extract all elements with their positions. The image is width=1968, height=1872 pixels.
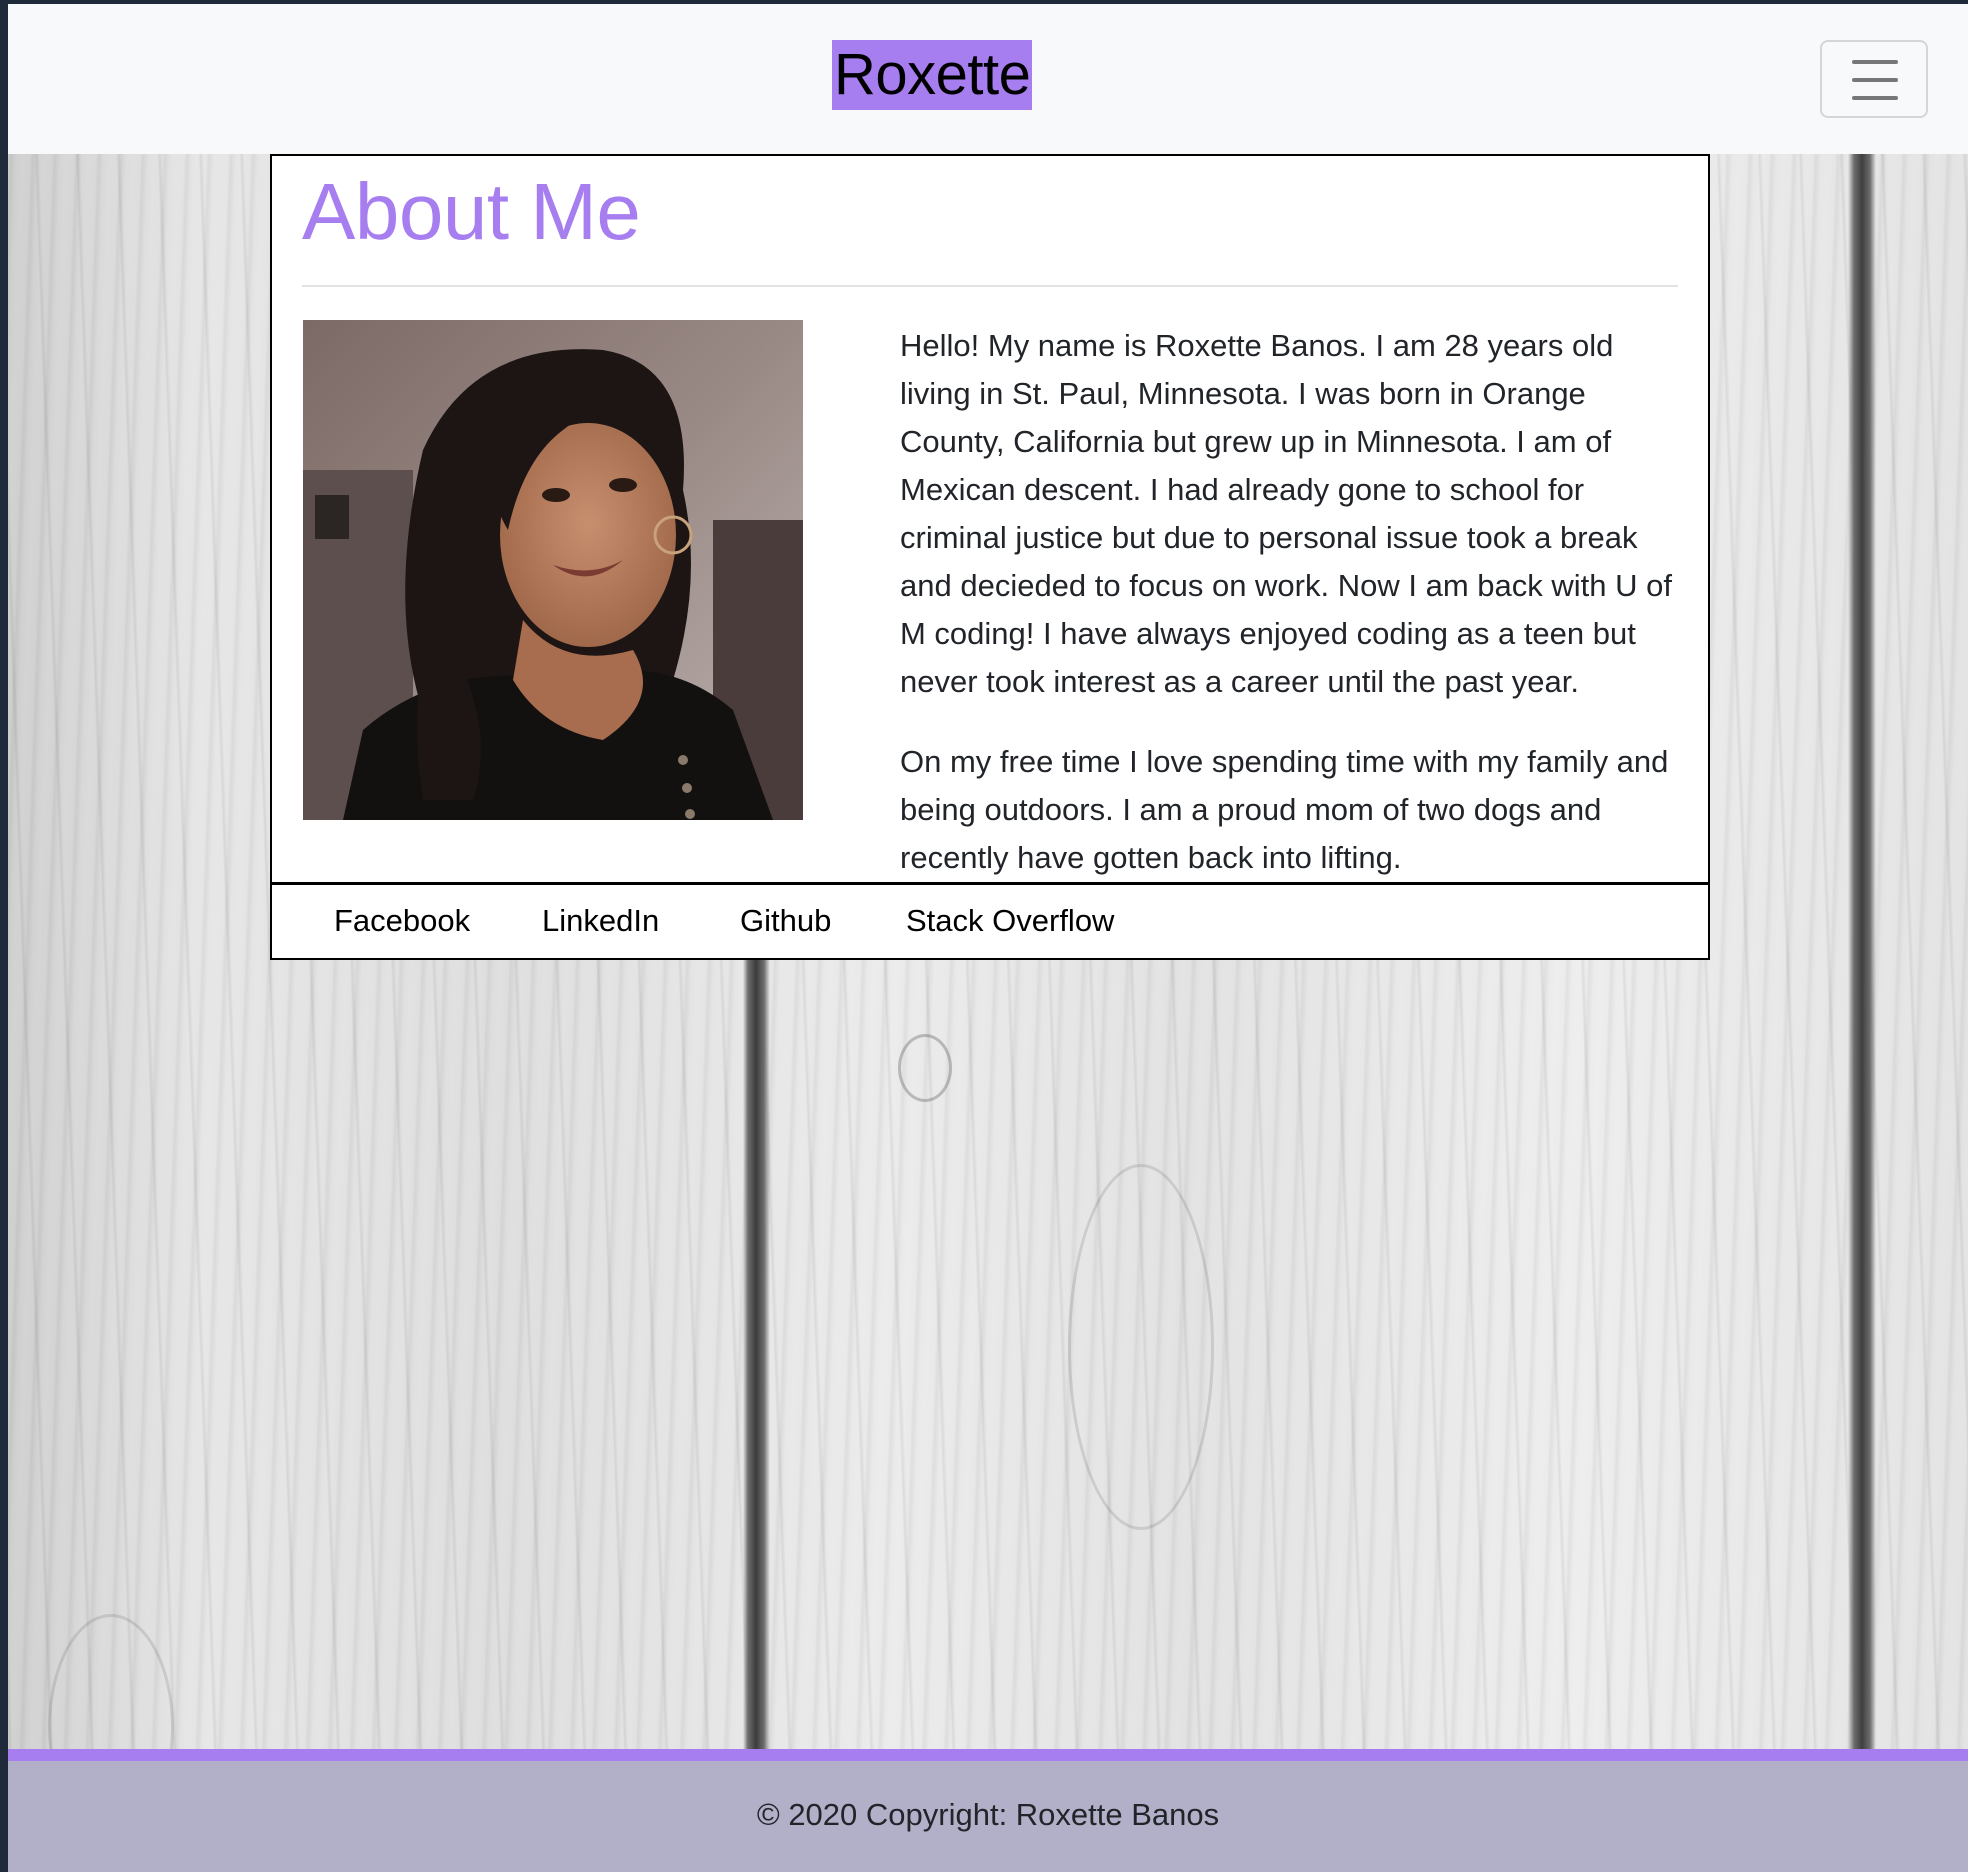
- divider: [302, 285, 1678, 287]
- navbar: Roxette: [8, 4, 1968, 154]
- profile-photo: [303, 320, 803, 820]
- browser-viewport: Roxette About Me Hello! My name is Roxet…: [8, 4, 1968, 1872]
- stack-overflow-link[interactable]: Stack Overflow: [906, 899, 1114, 943]
- social-links: Facebook LinkedIn Github Stack Overflow: [270, 882, 1710, 962]
- navbar-toggle-button[interactable]: [1820, 40, 1928, 118]
- footer: © 2020 Copyright: Roxette Banos: [8, 1761, 1968, 1872]
- github-link[interactable]: Github: [740, 899, 831, 943]
- wood-knot: [898, 1034, 952, 1102]
- page-title: About Me: [302, 167, 641, 256]
- copyright-text: © 2020 Copyright: Roxette Banos: [756, 1797, 1220, 1832]
- brand-link[interactable]: Roxette: [832, 40, 1033, 110]
- footer-accent-bar: [8, 1749, 1968, 1761]
- wood-grain-swirl: [1068, 1164, 1214, 1530]
- facebook-link[interactable]: Facebook: [334, 899, 470, 943]
- bio-paragraph: Hello! My name is Roxette Banos. I am 28…: [900, 328, 1672, 699]
- linkedin-link[interactable]: LinkedIn: [542, 899, 659, 943]
- profile-photo-image: [303, 320, 803, 820]
- about-card: About Me Hello! My name is Roxette Banos…: [270, 154, 1710, 960]
- bio-text: Hello! My name is Roxette Banos. I am 28…: [900, 322, 1690, 914]
- bio-paragraph: On my free time I love spending time wit…: [900, 744, 1669, 875]
